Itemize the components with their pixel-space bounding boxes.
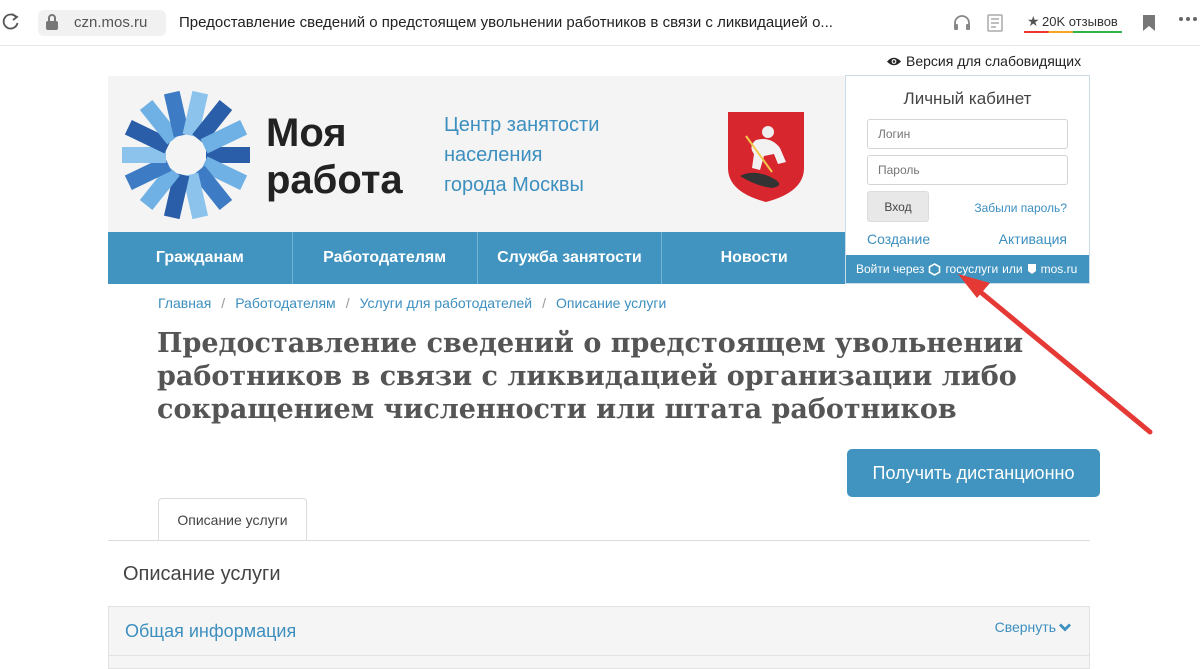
- login-title: Личный кабинет: [903, 89, 1032, 108]
- collapse-label[interactable]: Свернуть: [995, 619, 1056, 635]
- login-submit-button[interactable]: Вход: [867, 191, 929, 222]
- logo-text[interactable]: Моя работа: [266, 110, 403, 204]
- breadcrumb-separator: /: [221, 295, 226, 311]
- browser-bar: czn.mos.ru Предоставление сведений о пре…: [0, 0, 1200, 46]
- star-icon: ★: [1027, 13, 1040, 29]
- mosru-icon[interactable]: [1027, 263, 1037, 275]
- more-icon[interactable]: [1178, 16, 1198, 22]
- bookmark-icon[interactable]: [1142, 14, 1156, 32]
- forgot-password-link[interactable]: Забыли пароль?: [974, 201, 1067, 215]
- create-account-link[interactable]: Создание: [867, 231, 930, 247]
- moya-rabota-logo-icon[interactable]: [118, 88, 254, 222]
- general-info-panel: Общая информация Свернуть: [108, 606, 1090, 669]
- nav-item-news[interactable]: Новости: [662, 232, 846, 284]
- page-tab-title: Предоставление сведений о предстоящем ув…: [179, 14, 833, 31]
- gosuslugi-link[interactable]: госуслуги: [945, 262, 998, 276]
- accessibility-link[interactable]: Версия для слабовидящих: [886, 53, 1081, 69]
- panel-title[interactable]: Общая информация: [125, 621, 296, 642]
- breadcrumb-separator: /: [345, 295, 350, 311]
- reader-icon[interactable]: [987, 14, 1003, 32]
- tab-divider: [108, 540, 1090, 541]
- panel-divider: [109, 655, 1089, 656]
- center-line-2: населения: [444, 144, 543, 166]
- login-input[interactable]: [867, 119, 1068, 149]
- lock-icon: [46, 14, 58, 30]
- tab-service-description[interactable]: Описание услуги: [158, 498, 307, 541]
- section-title: Описание услуги: [123, 563, 281, 585]
- login-panel: Личный кабинет Вход Забыли пароль? Созда…: [845, 75, 1090, 284]
- page-title: Предоставление сведений о предстоящем ув…: [157, 328, 1024, 425]
- reload-icon[interactable]: [2, 11, 20, 33]
- center-line-1: Центр занятости: [444, 114, 600, 136]
- breadcrumb: Главная / Работодателям / Услуги для раб…: [158, 295, 666, 311]
- main-nav: Гражданам Работодателям Служба занятости…: [108, 232, 846, 284]
- chevron-down-icon: [1059, 623, 1071, 631]
- login-or-label: или: [1002, 262, 1023, 276]
- moscow-coat-of-arms-icon: [728, 112, 804, 202]
- breadcrumb-employer-services[interactable]: Услуги для работодателей: [360, 295, 533, 311]
- nav-item-employment-service[interactable]: Служба занятости: [478, 232, 663, 284]
- headphones-icon[interactable]: [953, 14, 971, 30]
- get-remotely-button[interactable]: Получить дистанционно: [847, 449, 1100, 497]
- center-line-3: города Москвы: [444, 174, 584, 196]
- activate-account-link[interactable]: Активация: [999, 231, 1067, 247]
- reviews-count[interactable]: 20K отзывов: [1042, 14, 1118, 29]
- password-input[interactable]: [867, 155, 1068, 185]
- breadcrumb-current[interactable]: Описание услуги: [556, 295, 666, 311]
- logo-line-1: Моя: [266, 111, 347, 155]
- breadcrumb-separator: /: [542, 295, 547, 311]
- mosru-link[interactable]: mos.ru: [1041, 262, 1078, 276]
- address-domain[interactable]: czn.mos.ru: [74, 14, 147, 31]
- nav-item-citizens[interactable]: Гражданам: [108, 232, 293, 284]
- eye-icon: [887, 57, 901, 65]
- collapse-toggle[interactable]: Свернуть: [995, 619, 1071, 635]
- login-via-bar: Войти через госуслуги или mos.ru: [846, 255, 1089, 283]
- employment-center-name: Центр занятости населения города Москвы: [444, 110, 599, 200]
- logo-line-2: работа: [266, 158, 403, 202]
- reviews-underline: [1024, 31, 1122, 33]
- breadcrumb-employers[interactable]: Работодателям: [235, 295, 336, 311]
- gosuslugi-icon[interactable]: [928, 262, 941, 276]
- breadcrumb-home[interactable]: Главная: [158, 295, 211, 311]
- login-via-label: Войти через: [856, 262, 925, 276]
- nav-item-employers[interactable]: Работодателям: [293, 232, 478, 284]
- accessibility-label[interactable]: Версия для слабовидящих: [906, 53, 1081, 69]
